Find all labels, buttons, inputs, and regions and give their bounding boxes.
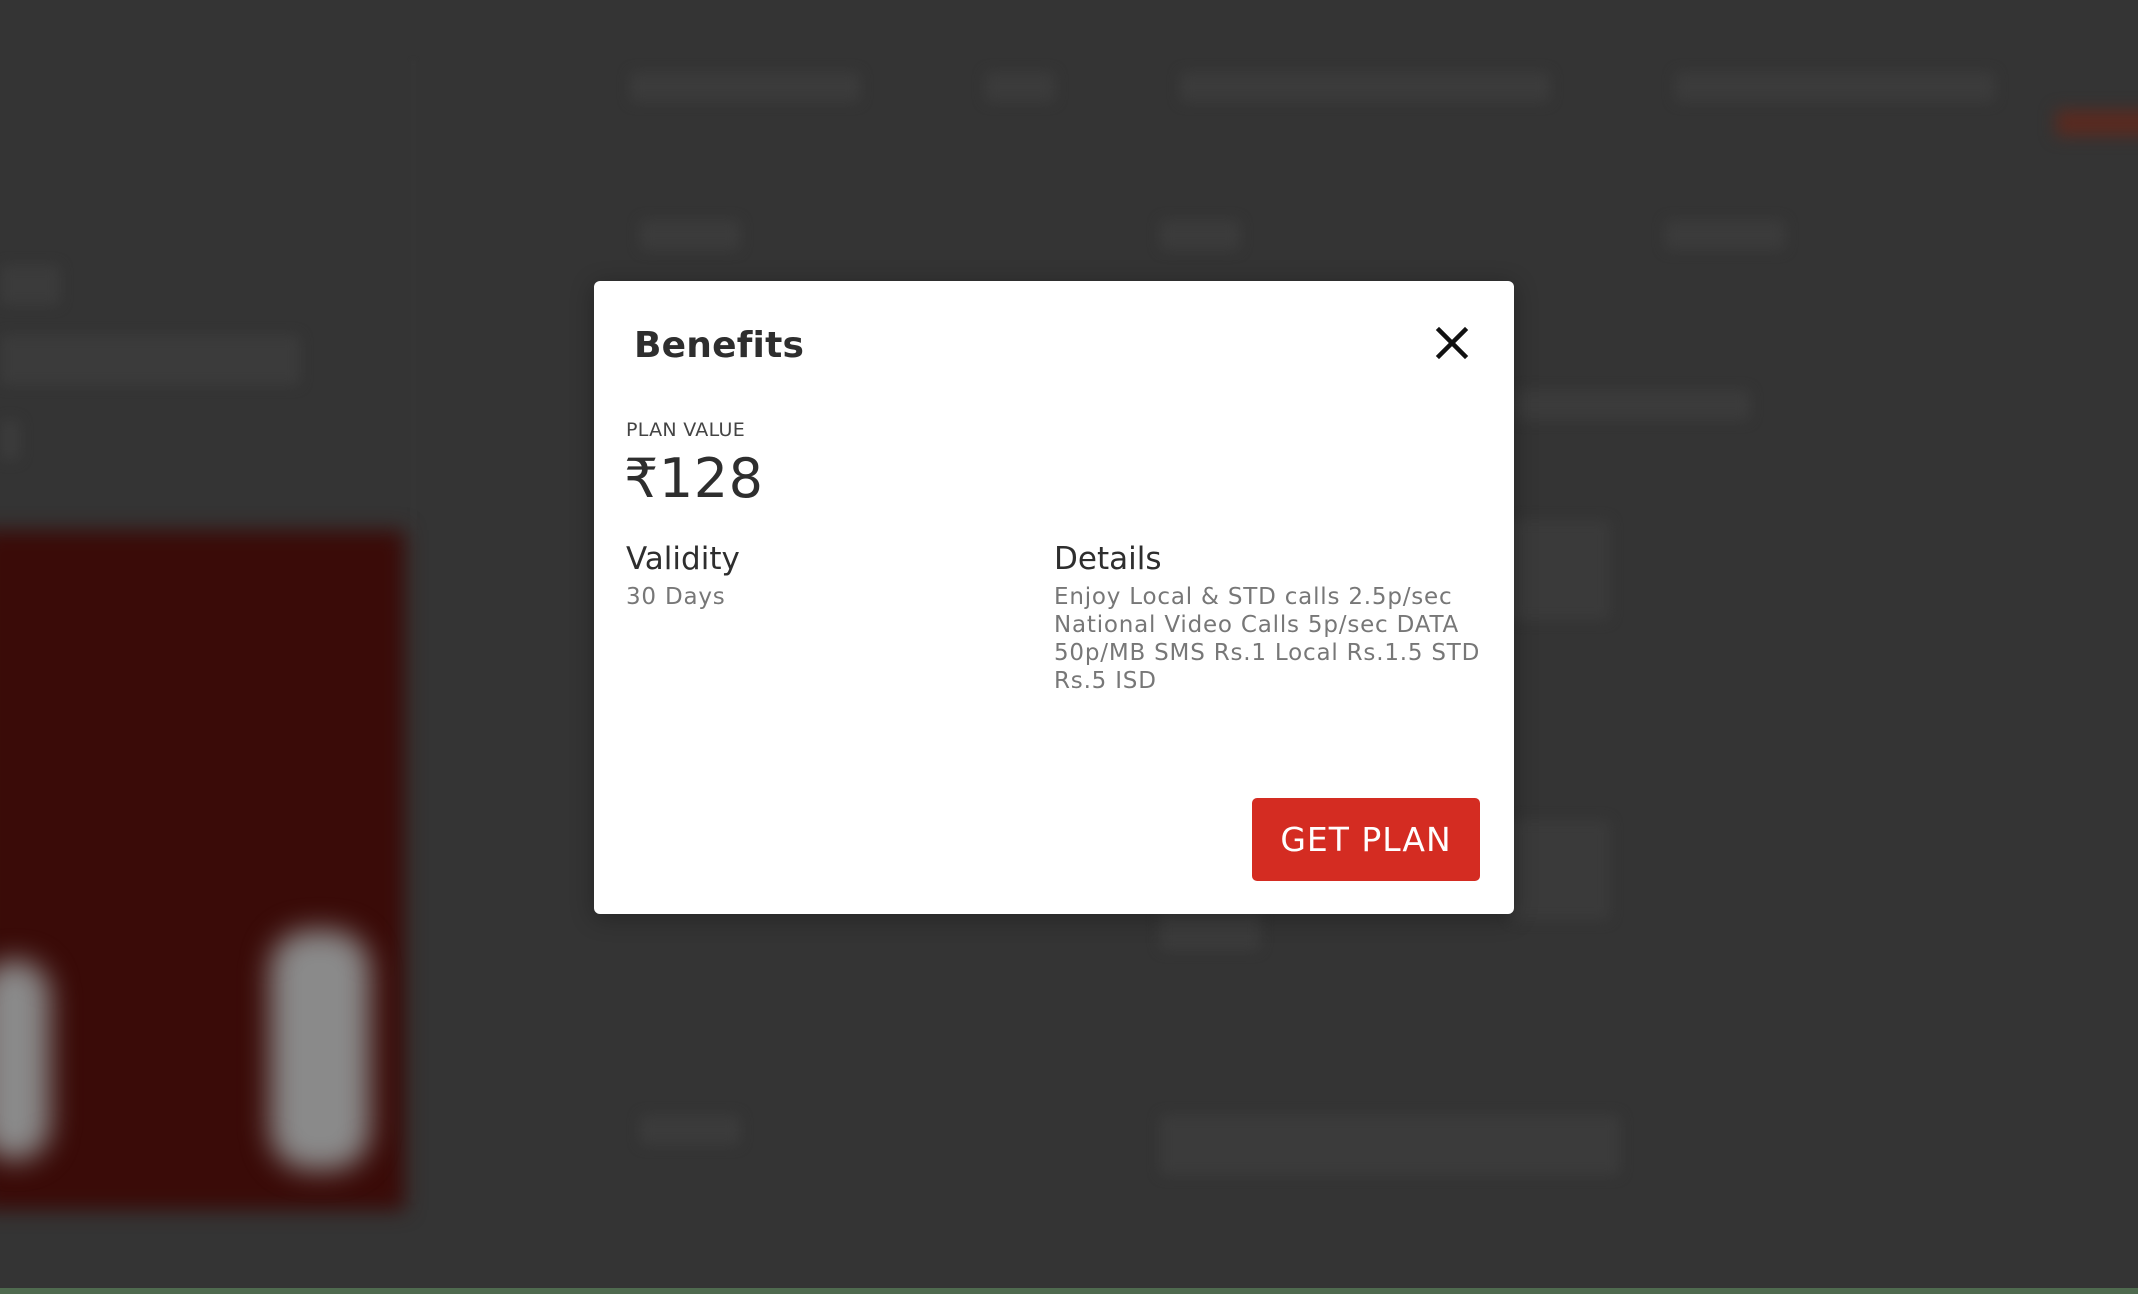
background-blurred-text <box>1160 910 1260 950</box>
background-blurred-shape <box>1510 520 1610 620</box>
background-blurred-text <box>0 420 20 460</box>
modal-title: Benefits <box>634 325 805 366</box>
background-blurred-text <box>630 72 860 102</box>
background-blurred-text <box>985 72 1055 102</box>
background-blurred-text <box>640 1115 740 1145</box>
background-blurred-shape <box>1510 820 1610 920</box>
background-blurred-text <box>640 220 740 250</box>
benefits-modal: Benefits PLAN VALUE ₹128 Validity 30 Day… <box>594 281 1514 914</box>
background-blurred-text <box>1160 220 1240 250</box>
background-bottom-border <box>0 1288 2138 1294</box>
details-heading: Details <box>1054 541 1162 577</box>
validity-heading: Validity <box>626 541 740 577</box>
background-divider <box>412 60 415 1200</box>
validity-value: 30 Days <box>626 584 726 610</box>
background-blurred-text <box>0 335 300 385</box>
background-blurred-text <box>1160 1115 1620 1175</box>
background-blurred-text <box>1665 220 1785 250</box>
background-blurred-text <box>1515 390 1750 420</box>
plan-value-amount: ₹128 <box>624 447 764 510</box>
get-plan-button[interactable]: GET PLAN <box>1252 798 1480 881</box>
background-blurred-text <box>1180 72 1550 102</box>
background-accent-button <box>2056 110 2138 136</box>
details-value: Enjoy Local & STD calls 2.5p/sec Nationa… <box>1054 584 1481 694</box>
plan-value-label: PLAN VALUE <box>626 419 746 441</box>
background-blurred-text <box>1675 72 1995 102</box>
background-banner-figure <box>270 930 370 1170</box>
background-banner-figure <box>0 960 50 1160</box>
close-icon[interactable] <box>1430 321 1474 365</box>
background-blurred-text <box>0 265 60 305</box>
